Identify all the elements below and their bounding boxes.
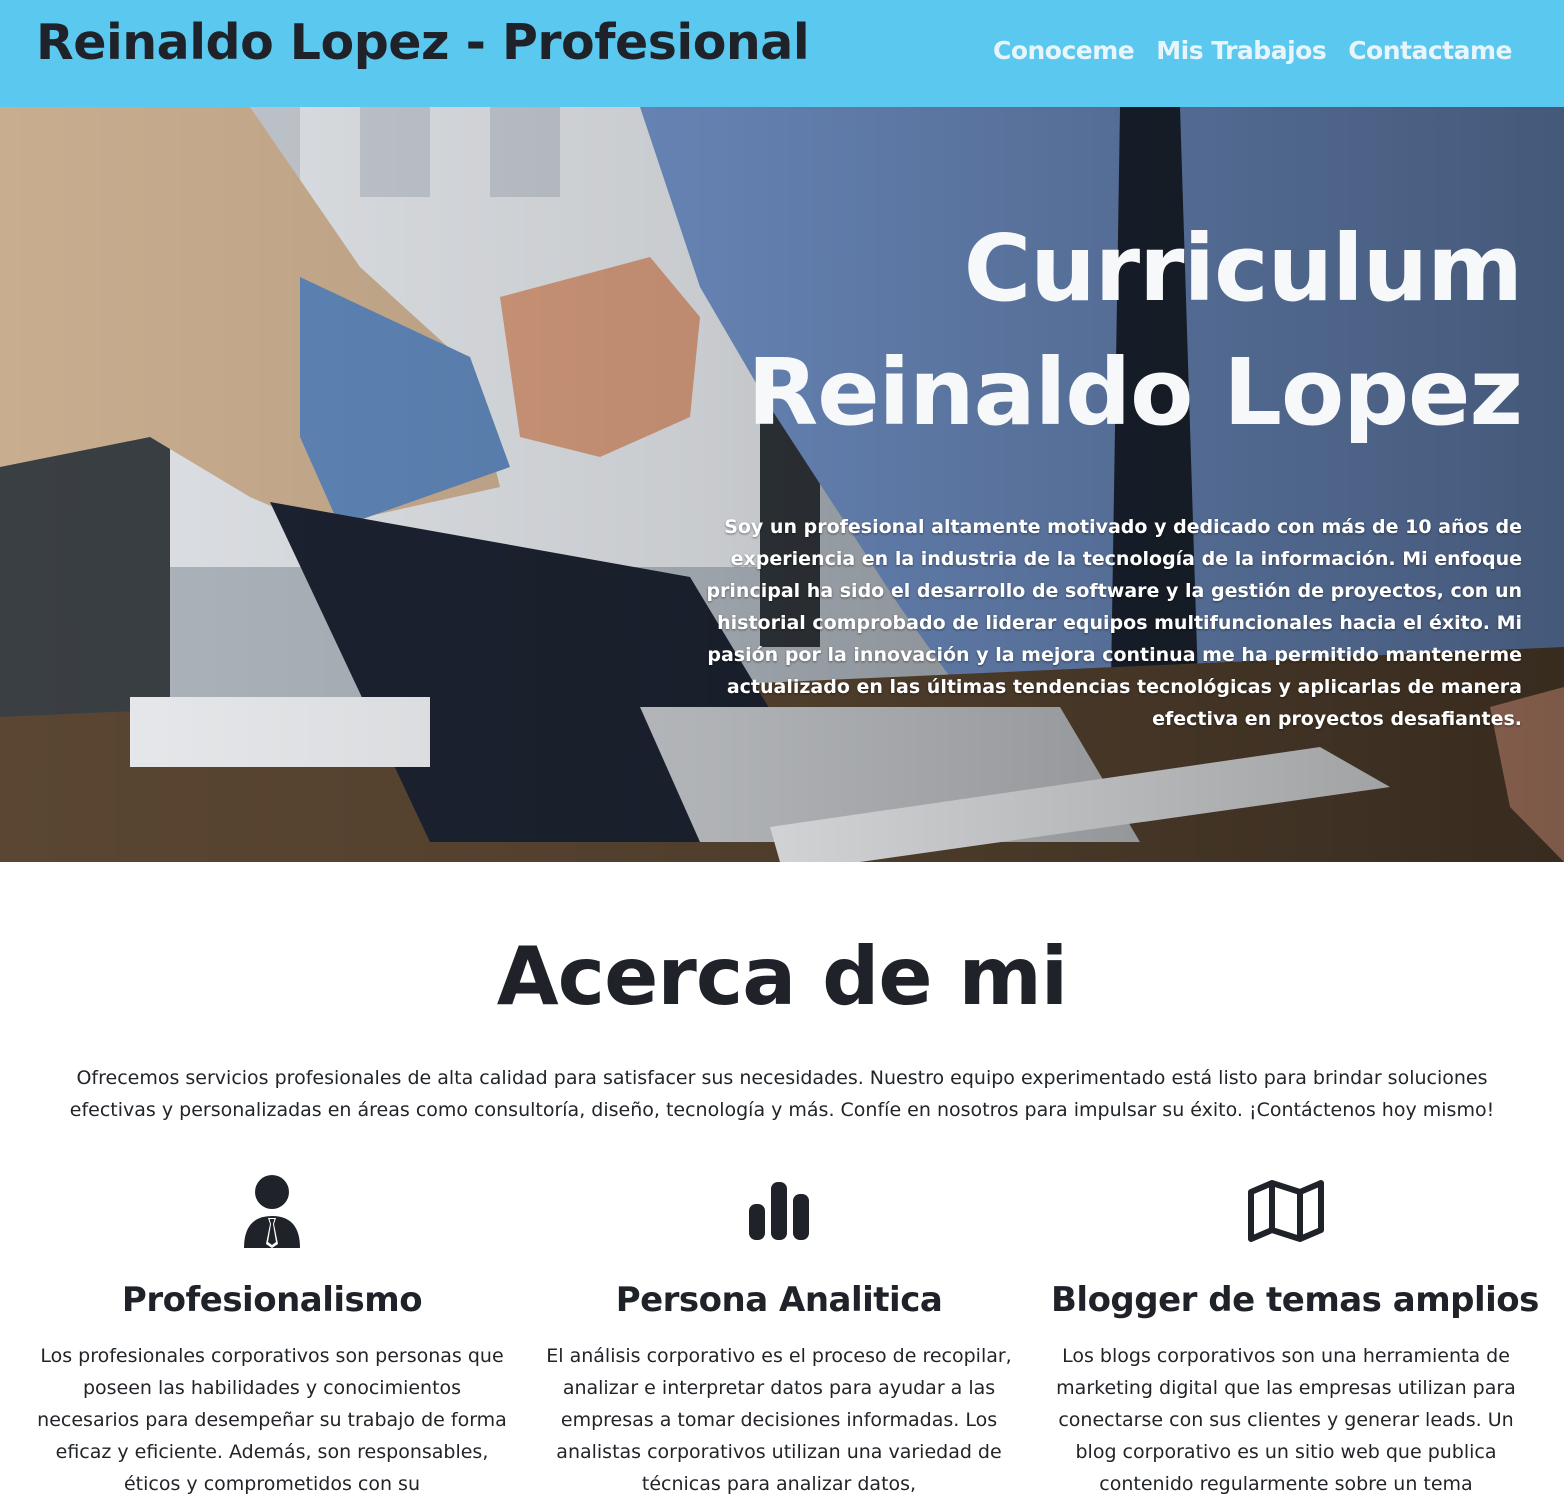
- nav-links: Conoceme Mis Trabajos Contactame: [993, 36, 1513, 65]
- hero-description: Soy un profesional altamente motivado y …: [706, 516, 1522, 730]
- map-icon: [1248, 1180, 1324, 1242]
- brand-title[interactable]: Reinaldo Lopez - Profesional: [36, 14, 810, 71]
- nav-link-mis-trabajos[interactable]: Mis Trabajos: [1156, 36, 1326, 65]
- about-title: Acerca de mi: [496, 930, 1068, 1023]
- bar-chart-icon: [749, 1182, 809, 1240]
- hero-title-line2: Reinaldo Lopez: [747, 339, 1523, 446]
- feature-blogger: Blogger de temas amplios Los blogs corpo…: [1051, 1170, 1539, 1500]
- navbar: Reinaldo Lopez - Profesional Conoceme Mi…: [0, 0, 1564, 107]
- feature-title: Profesionalismo: [121, 1280, 423, 1320]
- nav-link-conoceme[interactable]: Conoceme: [993, 36, 1135, 65]
- person-tie-icon: [244, 1175, 300, 1248]
- feature-text: Los blogs corporativos son una herramien…: [1056, 1345, 1516, 1495]
- nav-link-contactame[interactable]: Contactame: [1348, 36, 1512, 65]
- feature-title: Persona Analitica: [615, 1280, 943, 1320]
- about-description: Ofrecemos servicios profesionales de alt…: [69, 1067, 1495, 1121]
- feature-text: El análisis corporativo es el proceso de…: [546, 1345, 1012, 1495]
- feature-persona-analitica: Persona Analitica El análisis corporativ…: [544, 1170, 1014, 1500]
- feature-text: Los profesionales corporativos son perso…: [37, 1345, 507, 1495]
- hero-section: Curriculum Reinaldo Lopez Soy un profesi…: [0, 107, 1564, 862]
- feature-profesionalismo: Profesionalismo Los profesionales corpor…: [37, 1170, 507, 1500]
- feature-title: Blogger de temas amplios: [1051, 1280, 1539, 1320]
- hero-title: Curriculum Reinaldo Lopez: [422, 207, 1523, 455]
- hero-title-line1: Curriculum: [963, 215, 1523, 322]
